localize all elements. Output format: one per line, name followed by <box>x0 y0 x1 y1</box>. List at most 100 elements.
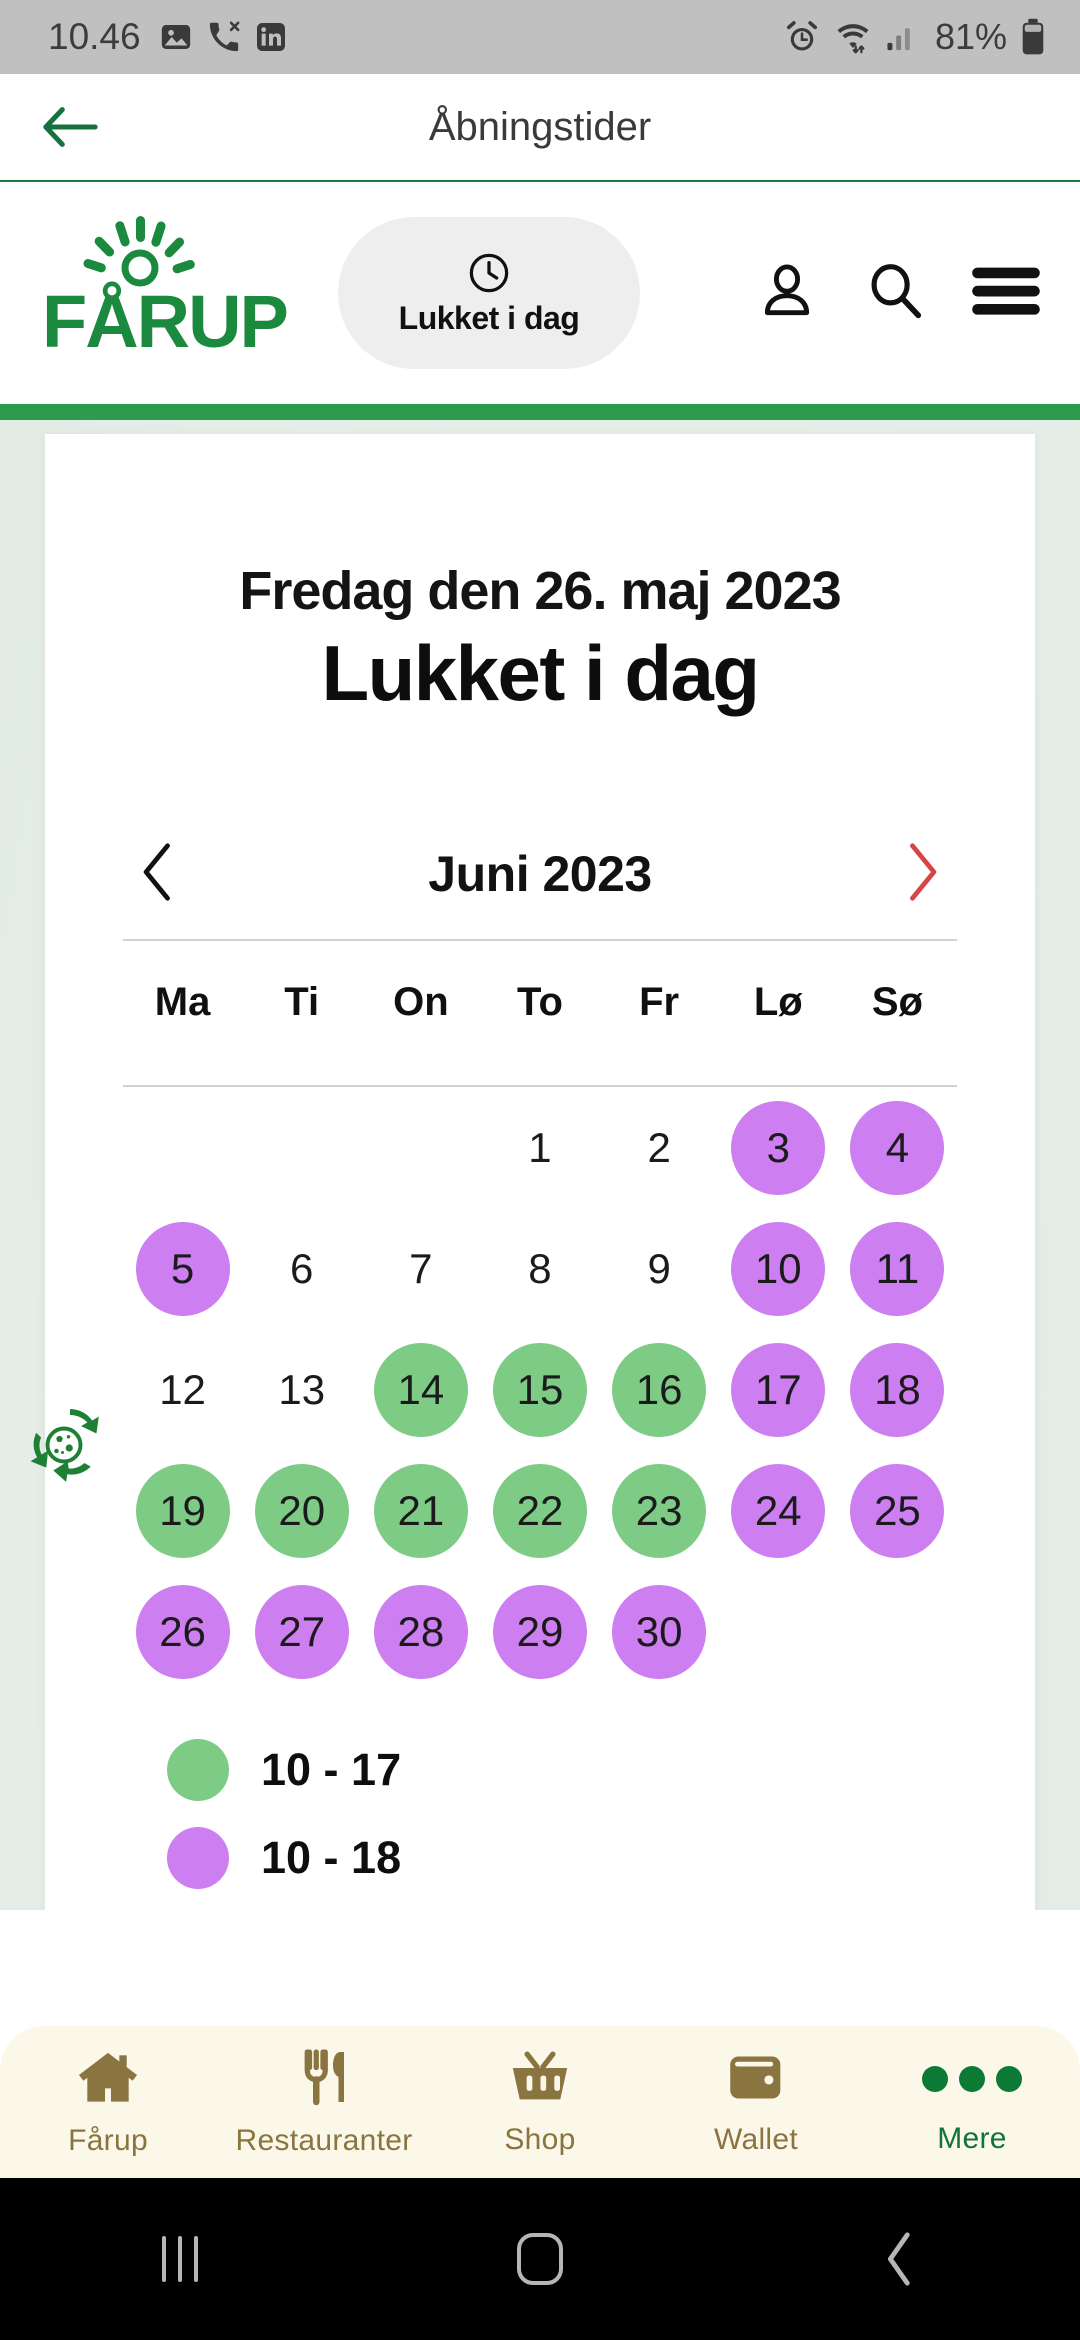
calendar-day: 25 <box>850 1463 945 1558</box>
android-recents-button[interactable] <box>0 2236 360 2282</box>
calendar-month-label: Juni 2023 <box>428 846 652 902</box>
current-status-heading: Lukket i dag <box>321 629 760 717</box>
calendar-cell[interactable]: 18 <box>838 1329 957 1450</box>
calendar-cell[interactable]: 2 <box>600 1087 719 1208</box>
cookie-recycle-icon <box>30 1409 99 1482</box>
bottom-nav-item-mere[interactable]: Mere <box>864 2048 1080 2156</box>
calendar-cell[interactable]: 15 <box>480 1329 599 1450</box>
svg-text:FÅRUP: FÅRUP <box>42 280 287 363</box>
weekday-label: Sø <box>871 979 923 1024</box>
calendar-day: 24 <box>731 1463 826 1558</box>
calendar-day: 2 <box>647 1123 671 1171</box>
calendar-cell[interactable]: 30 <box>600 1571 719 1692</box>
calendar-cell[interactable]: 24 <box>719 1450 838 1571</box>
home-icon <box>76 2047 140 2112</box>
calendar-day: 8 <box>528 1244 552 1292</box>
opening-hours-card: Fredag den 26. maj 2023 Lukket i dag Jun… <box>45 434 1035 1910</box>
calendar-cell[interactable]: 10 <box>719 1208 838 1329</box>
calendar-cell[interactable]: 3 <box>719 1087 838 1208</box>
bottom-nav-item-wallet[interactable]: Wallet <box>648 2048 864 2157</box>
calendar-prev-month-button[interactable] <box>123 841 193 908</box>
bottom-nav-item-shop[interactable]: Shop <box>432 2048 648 2157</box>
calendar-day-empty <box>374 1101 468 1195</box>
calendar-weekday-header: Ma Ti On To Fr Lø Sø <box>123 941 957 1063</box>
clock-icon <box>469 253 509 292</box>
android-home-button[interactable] <box>360 2233 720 2285</box>
calendar-day: 9 <box>647 1244 671 1292</box>
calendar-nav: Juni 2023 <box>123 831 957 917</box>
calendar-cell <box>242 1087 361 1208</box>
calendar-cell <box>361 1087 480 1208</box>
android-back-button[interactable] <box>720 2230 1080 2288</box>
calendar-day: 23 <box>612 1463 707 1558</box>
weekday-label: To <box>517 979 563 1024</box>
calendar-cell[interactable]: 1 <box>480 1087 599 1208</box>
search-icon[interactable] <box>864 260 926 327</box>
calendar-day: 27 <box>254 1584 349 1679</box>
more-dots-icon <box>922 2048 1022 2110</box>
home-button-icon <box>517 2233 563 2285</box>
calendar: Juni 2023 Ma Ti On To Fr Lø Sø 123456789… <box>123 831 957 1692</box>
calendar-day: 28 <box>373 1584 468 1679</box>
calendar-day: 19 <box>135 1463 230 1558</box>
legend-color-dot <box>167 1827 229 1889</box>
recents-icon <box>162 2236 198 2282</box>
calendar-day: 11 <box>850 1221 945 1316</box>
calendar-cell[interactable]: 17 <box>719 1329 838 1450</box>
calendar-cell[interactable]: 23 <box>600 1450 719 1571</box>
farup-logo[interactable]: FÅRUP <box>34 213 334 373</box>
calendar-day-empty <box>850 1585 944 1679</box>
calendar-day: 10 <box>731 1221 826 1316</box>
calendar-next-month-button[interactable] <box>887 841 957 908</box>
account-icon[interactable] <box>756 260 818 327</box>
opening-status-pill[interactable]: Lukket i dag <box>338 217 640 369</box>
weekday-label: Lø <box>753 979 803 1024</box>
android-navigation-bar <box>0 2178 1080 2340</box>
bottom-nav-label: Wallet <box>713 2122 799 2156</box>
calendar-cell[interactable]: 29 <box>480 1571 599 1692</box>
calendar-cell[interactable]: 19 <box>123 1450 242 1571</box>
calendar-cell[interactable]: 4 <box>838 1087 957 1208</box>
menu-icon[interactable] <box>972 265 1040 322</box>
calendar-cell <box>719 1571 838 1692</box>
legend-color-dot <box>167 1739 229 1801</box>
calendar-cell[interactable]: 8 <box>480 1208 599 1329</box>
calendar-cell[interactable]: 25 <box>838 1450 957 1571</box>
calendar-cell[interactable]: 11 <box>838 1208 957 1329</box>
calendar-day-grid: 1 2 3 4 5 6 7 8 9 10 11 12 13 14 15 16 17 18 19 20 21 22 23 24 2… <box>123 1087 957 1692</box>
calendar-cell[interactable]: 16 <box>600 1329 719 1450</box>
bottom-nav-item-f-rup[interactable]: Fårup <box>0 2047 216 2158</box>
weekday-label: Fr <box>639 979 680 1024</box>
calendar-cell[interactable]: 5 <box>123 1208 242 1329</box>
legend-label: 10 - 18 <box>261 1832 402 1883</box>
calendar-day: 29 <box>492 1584 587 1679</box>
calendar-cell[interactable]: 12 <box>123 1329 242 1450</box>
calendar-cell[interactable]: 6 <box>242 1208 361 1329</box>
calendar-day-empty <box>255 1101 349 1195</box>
calendar-day: 18 <box>850 1342 945 1437</box>
calendar-cell[interactable]: 22 <box>480 1450 599 1571</box>
weekday-label: On <box>393 979 449 1024</box>
calendar-cell[interactable]: 7 <box>361 1208 480 1329</box>
more-dots-icon <box>922 2048 1022 2110</box>
wallet-icon <box>725 2048 787 2111</box>
battery-percentage: 81% <box>934 16 1007 57</box>
calendar-cell[interactable]: 14 <box>361 1329 480 1450</box>
calendar-cell[interactable]: 27 <box>242 1571 361 1692</box>
calendar-cell[interactable]: 28 <box>361 1571 480 1692</box>
basket-icon <box>509 2048 571 2111</box>
calendar-day: 16 <box>612 1342 707 1437</box>
calendar-cell[interactable]: 13 <box>242 1329 361 1450</box>
calendar-cell[interactable]: 20 <box>242 1450 361 1571</box>
calendar-cell[interactable]: 9 <box>600 1208 719 1329</box>
bottom-nav-label: Mere <box>937 2122 1007 2155</box>
calendar-day: 20 <box>254 1463 349 1558</box>
cookie-recycle-button[interactable] <box>14 1395 114 1495</box>
opening-status-label: Lukket i dag <box>398 299 580 336</box>
calendar-cell[interactable]: 21 <box>361 1450 480 1571</box>
bottom-navigation-bar: Fårup Restauranter Shop Wallet Mere <box>0 2026 1080 2178</box>
calendar-cell <box>838 1571 957 1692</box>
bottom-nav-item-restauranter[interactable]: Restauranter <box>216 2047 432 2158</box>
missed-call-icon <box>207 20 241 54</box>
calendar-cell[interactable]: 26 <box>123 1571 242 1692</box>
